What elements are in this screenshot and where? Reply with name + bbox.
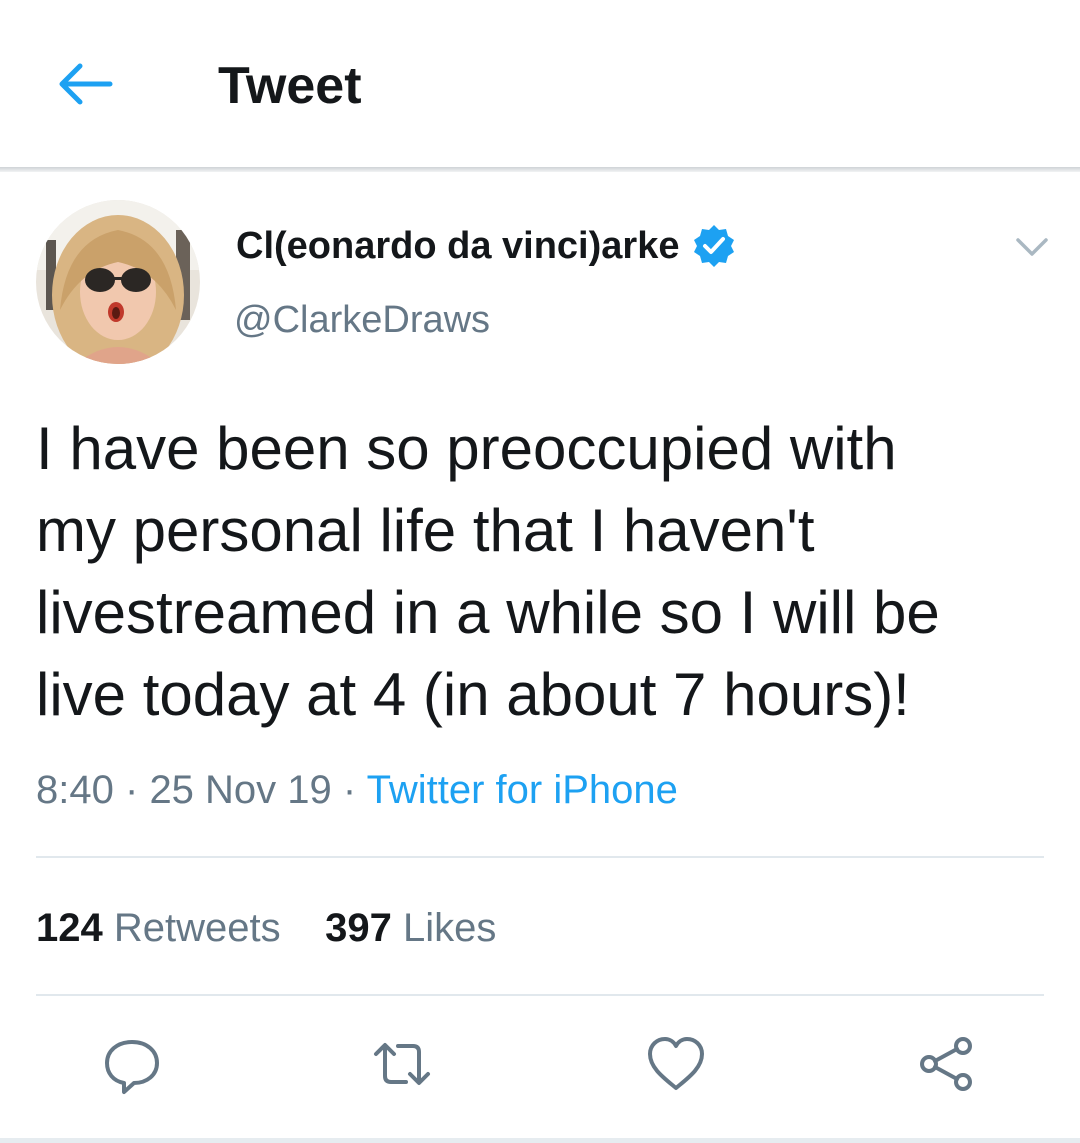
like-button[interactable] (644, 1032, 708, 1096)
tweet-time: 8:40 (36, 768, 114, 812)
divider (36, 994, 1044, 996)
display-name[interactable]: Cl(eonardo da vinci)arke (236, 222, 737, 270)
chevron-down-icon (1016, 238, 1048, 256)
tweet-options-button[interactable] (1008, 228, 1056, 264)
header-divider (0, 167, 1080, 172)
meta-separator: · (124, 768, 139, 812)
back-button[interactable] (52, 58, 116, 110)
meta-separator: · (342, 768, 357, 812)
back-arrow-icon (59, 63, 113, 105)
tweet-source-link[interactable]: Twitter for iPhone (367, 768, 678, 812)
tweet-date: 25 Nov 19 (149, 768, 332, 812)
share-button[interactable] (914, 1032, 978, 1096)
avatar[interactable] (36, 200, 200, 364)
tweet-stats: 124 Retweets 397 Likes (36, 902, 496, 954)
likes-label: Likes (402, 906, 497, 950)
display-name-text: Cl(eonardo da vinci)arke (236, 225, 680, 267)
like-icon (648, 1037, 704, 1090)
bottom-divider (0, 1138, 1080, 1143)
tweet-text: I have been so preoccupied with my perso… (36, 415, 940, 728)
likes-count: 397 (325, 906, 392, 950)
reply-button[interactable] (100, 1032, 164, 1096)
likes-stat[interactable]: 397 Likes (325, 906, 496, 950)
retweets-count: 124 (36, 906, 103, 950)
reply-icon (105, 1040, 159, 1094)
retweet-icon (374, 1043, 430, 1085)
retweets-label: Retweets (113, 906, 281, 950)
share-icon (920, 1037, 972, 1091)
divider (36, 856, 1044, 858)
page-title: Tweet (218, 57, 362, 115)
tweet-meta: 8:40 · 25 Nov 19 · Twitter for iPhone (36, 764, 678, 816)
user-handle[interactable]: @ClarkeDraws (234, 296, 490, 344)
verified-badge-icon (694, 225, 735, 267)
app-header: Tweet (0, 0, 1080, 168)
retweets-stat[interactable]: 124 Retweets (36, 906, 281, 950)
retweet-button[interactable] (370, 1032, 434, 1096)
